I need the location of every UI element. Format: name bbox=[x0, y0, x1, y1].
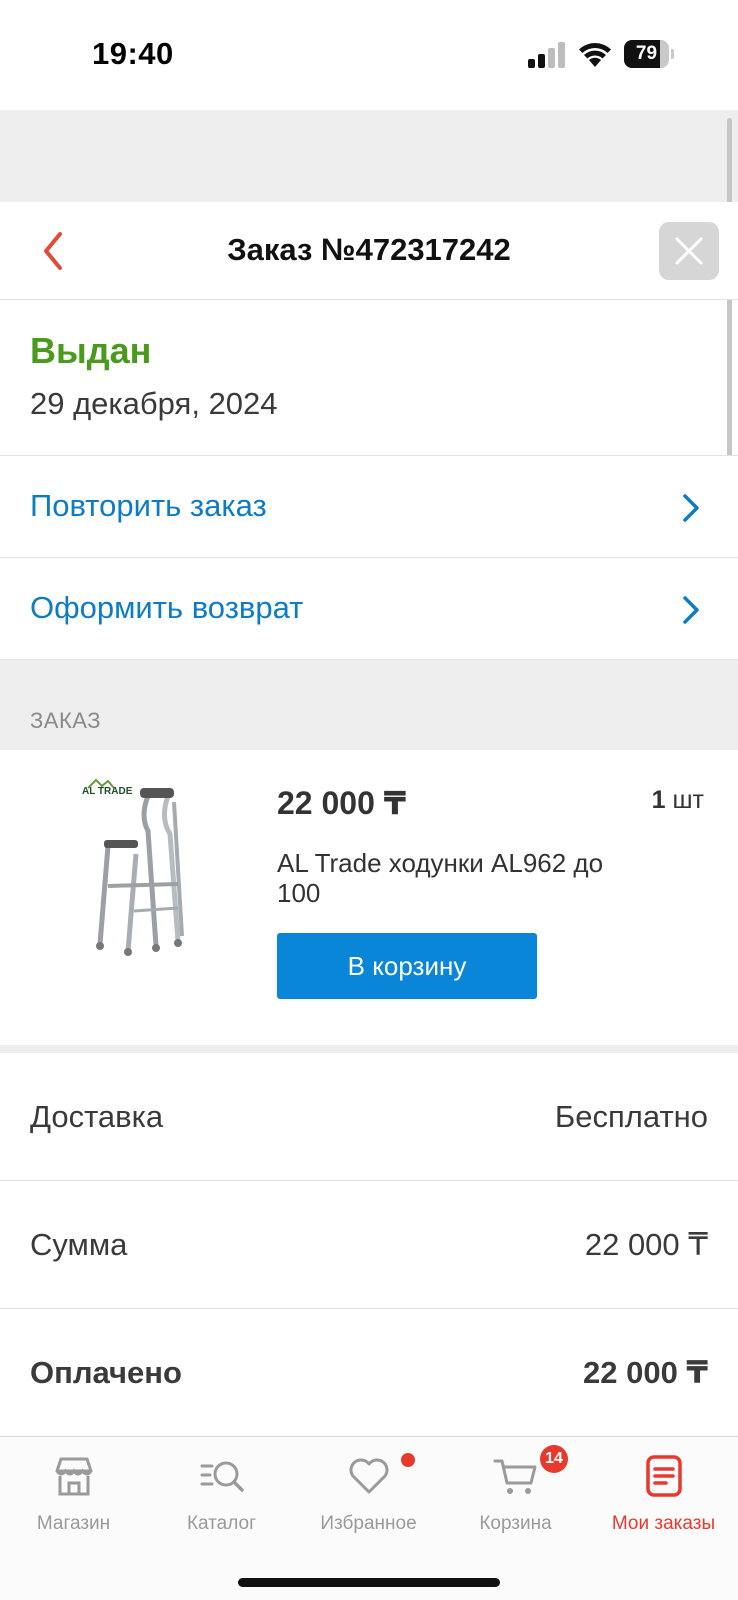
sum-value: 22 000 ₸ bbox=[584, 1227, 708, 1262]
order-status-block: Выдан 29 декабря, 2024 bbox=[0, 300, 738, 456]
tab-favorites[interactable]: Избранное bbox=[295, 1437, 442, 1547]
paid-label: Оплачено bbox=[30, 1355, 182, 1390]
order-date: 29 декабря, 2024 bbox=[30, 386, 278, 421]
chevron-right-icon bbox=[683, 494, 699, 522]
bottom-tab-bar: Магазин Каталог Избранное 14 Корзина Мои… bbox=[0, 1436, 738, 1600]
top-spacer bbox=[0, 110, 738, 202]
product-name[interactable]: AL Trade ходунки AL962 до 100 bbox=[277, 848, 607, 908]
repeat-order-button[interactable]: Повторить заказ bbox=[0, 456, 738, 558]
section-header: ЗАКАЗ bbox=[0, 660, 738, 750]
delivery-row: Доставка Бесплатно bbox=[0, 1053, 738, 1181]
wifi-icon bbox=[579, 43, 611, 67]
tab-shop-label: Магазин bbox=[36, 1513, 111, 1534]
tab-catalog-label: Каталог bbox=[186, 1513, 257, 1534]
sum-row: Сумма 22 000 ₸ bbox=[0, 1181, 738, 1309]
cart-badge: 14 bbox=[540, 1445, 568, 1473]
quantity-number: 1 bbox=[651, 786, 666, 814]
heart-icon bbox=[349, 1458, 388, 1494]
tab-shop[interactable]: Магазин bbox=[0, 1437, 147, 1547]
tab-favorites-label: Избранное bbox=[320, 1513, 417, 1534]
home-indicator[interactable] bbox=[238, 1578, 500, 1587]
battery-icon: 79 bbox=[624, 40, 674, 68]
close-icon bbox=[675, 237, 703, 265]
order-header: Заказ №472317242 bbox=[0, 202, 738, 300]
tab-my-orders-label: Мои заказы bbox=[611, 1513, 716, 1534]
section-title: ЗАКАЗ bbox=[30, 708, 101, 733]
orders-icon bbox=[645, 1455, 682, 1497]
page-title: Заказ №472317242 bbox=[227, 232, 511, 267]
product-image[interactable] bbox=[78, 776, 198, 956]
delivery-value: Бесплатно bbox=[554, 1099, 708, 1134]
cart-icon bbox=[493, 1459, 536, 1494]
product-price: 22 000 ₸ bbox=[277, 785, 407, 821]
return-order-label: Оформить возврат bbox=[30, 590, 304, 625]
product-quantity: 1 шт bbox=[652, 786, 704, 815]
order-item: AL TRADE 22 000 ₸ 1 шт AL Trade ходунки … bbox=[0, 750, 738, 1045]
cellular-signal-icon bbox=[528, 42, 565, 68]
paid-row: Оплачено 22 000 ₸ bbox=[0, 1309, 738, 1437]
chevron-right-icon bbox=[683, 596, 699, 624]
divider bbox=[0, 1045, 738, 1053]
repeat-order-label: Повторить заказ bbox=[30, 488, 267, 523]
return-order-button[interactable]: Оформить возврат bbox=[0, 558, 738, 660]
paid-value: 22 000 ₸ bbox=[583, 1355, 708, 1390]
tab-cart[interactable]: 14 Корзина bbox=[442, 1437, 589, 1547]
shop-icon bbox=[55, 1457, 92, 1496]
catalog-search-icon bbox=[200, 1461, 244, 1492]
tab-cart-label: Корзина bbox=[479, 1513, 552, 1534]
status-bar: 19:40 79 bbox=[0, 0, 738, 110]
tab-catalog[interactable]: Каталог bbox=[148, 1437, 295, 1547]
sum-label: Сумма bbox=[30, 1227, 128, 1262]
quantity-unit: шт bbox=[672, 786, 704, 814]
battery-level: 79 bbox=[635, 43, 658, 64]
delivery-label: Доставка bbox=[30, 1099, 164, 1134]
close-button[interactable] bbox=[659, 222, 719, 280]
notification-dot bbox=[401, 1453, 415, 1467]
order-status: Выдан bbox=[30, 330, 152, 371]
status-time: 19:40 bbox=[92, 36, 174, 71]
brand-logo: AL TRADE bbox=[82, 786, 133, 797]
add-to-cart-button[interactable]: В корзину bbox=[277, 933, 537, 999]
tab-my-orders[interactable]: Мои заказы bbox=[590, 1437, 737, 1547]
